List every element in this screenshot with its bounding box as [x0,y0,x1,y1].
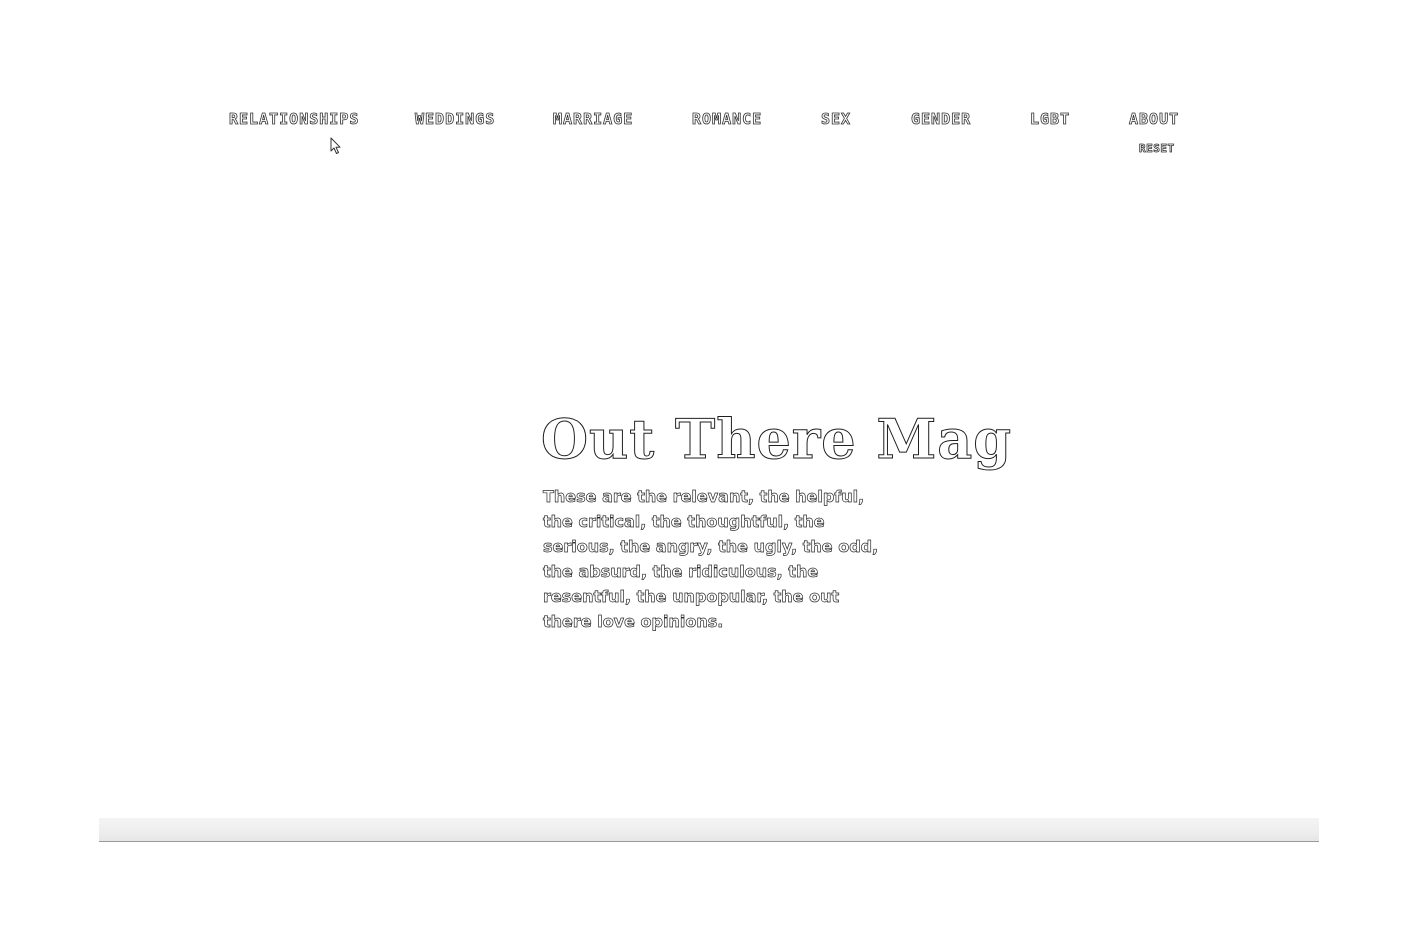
site-title: Out There Mag [541,407,1012,472]
hero-section: Out There Mag These are the relevant, th… [541,404,1012,634]
top-navigation: RELATIONSHIPS WEDDINGS MARRIAGE ROMANCE … [0,108,1418,130]
nav-gender[interactable]: GENDER [911,108,971,130]
nav-weddings[interactable]: WEDDINGS [415,108,495,130]
mouse-pointer-icon [330,137,341,154]
nav-relationships[interactable]: RELATIONSHIPS [229,108,359,130]
reset-button[interactable]: RESET [1139,142,1175,156]
nav-sex[interactable]: SEX [821,108,851,130]
nav-marriage[interactable]: MARRIAGE [553,108,633,130]
site-tagline: These are the relevant, the helpful, the… [543,487,879,632]
nav-about[interactable]: ABOUT [1129,108,1179,130]
nav-lgbt[interactable]: LGBT [1030,108,1070,130]
bottom-bar [99,818,1319,842]
nav-romance[interactable]: ROMANCE [692,108,762,130]
